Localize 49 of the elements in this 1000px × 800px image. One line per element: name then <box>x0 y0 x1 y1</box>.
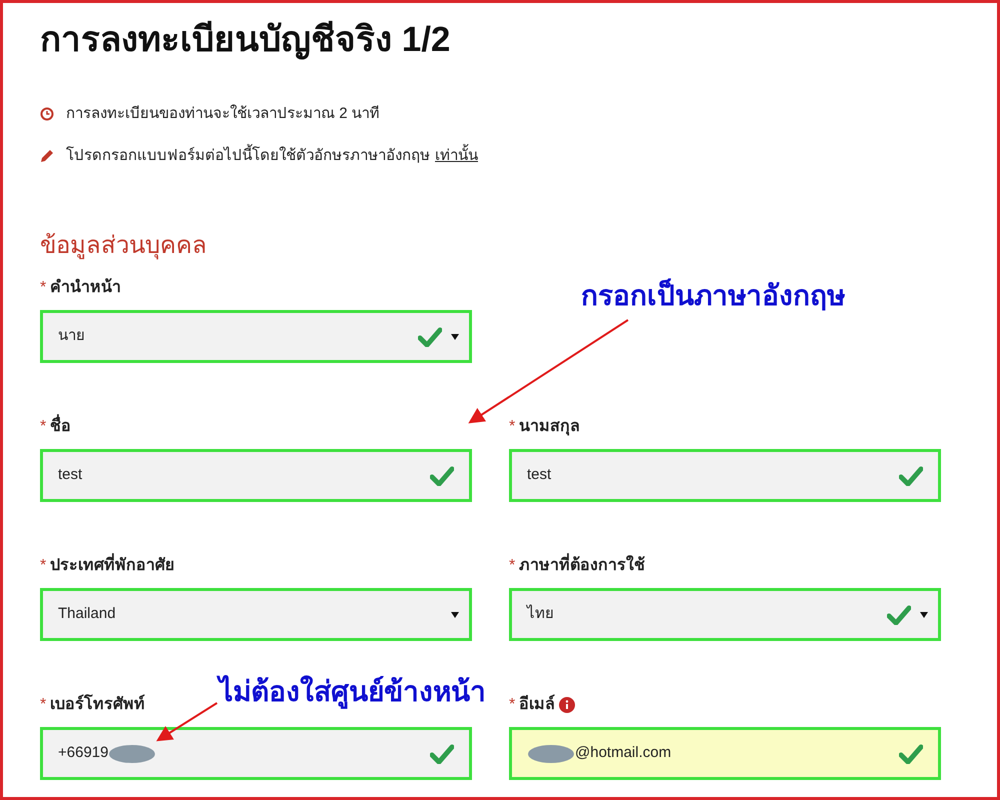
page-title: การลงทะเบียนบัญชีจริง 1/2 <box>40 19 452 62</box>
annotation-text: ไม่ต้องใส่ศูนย์ข้างหน้า <box>219 671 486 713</box>
blurred-redaction-icon <box>108 744 156 764</box>
checkmark-icon <box>887 604 911 624</box>
field-label: เบอร์โทรศัพท์ <box>50 693 146 715</box>
required-asterisk: * <box>509 556 516 576</box>
field-label: นามสกุล <box>519 417 580 438</box>
checkmark-icon <box>430 466 454 486</box>
required-asterisk: * <box>40 556 46 576</box>
checkmark-icon <box>430 744 454 764</box>
input-field[interactable]: test <box>40 449 472 502</box>
field-value: Thailand <box>58 604 116 624</box>
field-value: ไทย <box>527 604 554 624</box>
input-field[interactable]: test <box>509 449 941 502</box>
field-label: ชื่อ <box>50 415 72 439</box>
input-field[interactable]: +66919 <box>40 727 472 780</box>
checkmark-icon <box>418 326 442 346</box>
field-value: นาย <box>58 326 85 346</box>
field-label: อีเมล์ <box>519 694 556 715</box>
select-field[interactable]: Thailand <box>40 588 472 641</box>
checkmark-icon <box>899 744 923 764</box>
field-label: คำนำหน้า <box>50 277 122 298</box>
dropdown-caret-icon <box>450 610 460 618</box>
section-title: ข้อมูลส่วนบุคคล <box>40 231 208 261</box>
field-value: +66919 <box>58 743 108 764</box>
input-field[interactable]: @hotmail.com <box>509 727 941 780</box>
field-value: test <box>527 465 552 486</box>
required-asterisk: * <box>40 417 46 437</box>
annotation-text: กรอกเป็นภาษาอังกฤษ <box>581 277 845 314</box>
required-asterisk: * <box>40 278 46 298</box>
info-icon <box>559 697 576 713</box>
pencil-icon <box>40 149 54 163</box>
field-value: @hotmail.com <box>575 743 672 764</box>
required-asterisk: * <box>509 695 516 715</box>
select-field[interactable]: นาย <box>40 310 472 363</box>
note-text: การลงทะเบียนของท่านจะใช้เวลาประมาณ 2 นาที <box>66 104 380 124</box>
clock-icon <box>40 107 54 121</box>
field-label: ประเทศที่พักอาศัย <box>50 554 174 578</box>
note-text: โปรดกรอกแบบฟอร์มต่อไปนี้โดยใช้ตัวอักษรภาษาอังกฤษ <box>66 144 430 168</box>
dropdown-caret-icon <box>919 610 929 618</box>
emphasis-link[interactable]: เท่านั้น <box>435 144 478 168</box>
select-field[interactable]: ไทย <box>509 588 941 641</box>
blurred-redaction-icon <box>527 744 575 764</box>
field-value: test <box>58 465 82 486</box>
required-asterisk: * <box>40 695 46 715</box>
checkmark-icon <box>899 466 923 486</box>
required-asterisk: * <box>509 417 516 437</box>
field-label: ภาษาที่ต้องการใช้ <box>519 554 646 578</box>
dropdown-caret-icon <box>450 332 460 340</box>
